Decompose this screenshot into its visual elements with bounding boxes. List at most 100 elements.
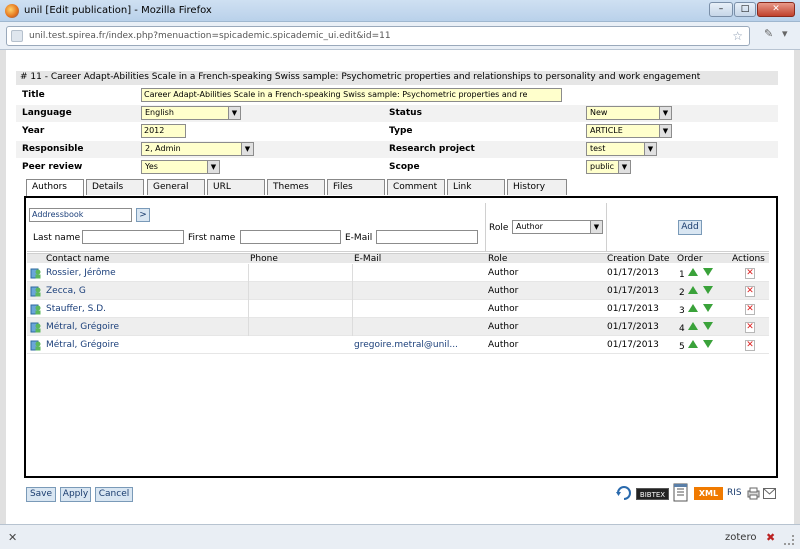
bibtex-export-button[interactable]: BIBTEX bbox=[636, 488, 669, 500]
language-select[interactable]: English ▼ bbox=[141, 106, 241, 120]
email-input[interactable] bbox=[376, 230, 478, 244]
delete-icon[interactable]: ✕ bbox=[745, 286, 755, 297]
scope-select[interactable]: public ▼ bbox=[586, 160, 631, 174]
table-row: Métral, Grégoire Author 01/17/2013 4 ✕ bbox=[27, 318, 769, 336]
save-button[interactable]: Save bbox=[26, 487, 56, 502]
col-contact-name: Contact name bbox=[46, 254, 110, 264]
move-down-icon[interactable] bbox=[703, 340, 713, 348]
addon-icon[interactable]: ✎ bbox=[764, 27, 773, 40]
tab-authors[interactable]: Authors bbox=[26, 179, 84, 197]
contact-name-link[interactable]: Rossier, Jérôme bbox=[46, 268, 116, 278]
date-cell: 01/17/2013 bbox=[607, 286, 659, 296]
move-down-icon[interactable] bbox=[703, 322, 713, 330]
move-down-icon[interactable] bbox=[703, 304, 713, 312]
delete-icon[interactable]: ✕ bbox=[745, 322, 755, 333]
year-input[interactable]: 2012 bbox=[141, 124, 186, 138]
language-value: English bbox=[145, 108, 174, 117]
col-role: Role bbox=[488, 254, 508, 264]
divider bbox=[606, 203, 607, 251]
language-label: Language bbox=[22, 108, 72, 118]
delete-icon[interactable]: ✕ bbox=[745, 340, 755, 351]
printer-icon[interactable] bbox=[747, 487, 760, 500]
move-down-icon[interactable] bbox=[703, 286, 713, 294]
tab-files[interactable]: Files bbox=[327, 179, 385, 195]
navigation-bar: unil.test.spirea.fr/index.php?menuaction… bbox=[0, 22, 800, 50]
role-cell: Author bbox=[488, 286, 519, 296]
order-cell: 3 bbox=[679, 306, 685, 316]
contact-name-link[interactable]: Métral, Grégoire bbox=[46, 322, 119, 332]
email-icon[interactable] bbox=[763, 488, 776, 499]
tab-general[interactable]: General bbox=[147, 179, 205, 195]
zotero-icon[interactable]: ✖ bbox=[766, 531, 775, 544]
tab-comment[interactable]: Comment bbox=[387, 179, 445, 195]
addressbook-input[interactable]: Addressbook bbox=[29, 208, 132, 222]
status-select[interactable]: New ▼ bbox=[586, 106, 672, 120]
minimize-button[interactable]: – bbox=[709, 2, 733, 17]
contact-name-link[interactable]: Métral, Grégoire bbox=[46, 340, 119, 350]
research-project-select[interactable]: test ▼ bbox=[586, 142, 657, 156]
date-cell: 01/17/2013 bbox=[607, 268, 659, 278]
tab-url[interactable]: URL bbox=[207, 179, 265, 195]
xml-export-button[interactable]: XML bbox=[694, 487, 723, 500]
responsible-select[interactable]: 2, Admin ▼ bbox=[141, 142, 254, 156]
move-down-icon[interactable] bbox=[703, 268, 713, 276]
type-label: Type bbox=[389, 126, 413, 136]
move-up-icon[interactable] bbox=[688, 322, 698, 330]
cancel-button[interactable]: Cancel bbox=[95, 487, 133, 502]
zotero-label[interactable]: zotero bbox=[725, 532, 756, 543]
contact-icon bbox=[30, 286, 41, 297]
move-up-icon[interactable] bbox=[688, 286, 698, 294]
tab-details[interactable]: Details bbox=[86, 179, 144, 195]
year-label: Year bbox=[22, 126, 45, 136]
close-window-button[interactable]: ✕ bbox=[757, 2, 795, 17]
divider bbox=[485, 203, 486, 251]
url-input[interactable]: unil.test.spirea.fr/index.php?menuaction… bbox=[6, 26, 750, 46]
bookmark-star-icon[interactable]: ☆ bbox=[732, 29, 743, 43]
delete-icon[interactable]: ✕ bbox=[745, 268, 755, 279]
contact-name-link[interactable]: Zecca, G bbox=[46, 286, 86, 296]
window-title: unil [Edit publication] - Mozilla Firefo… bbox=[24, 5, 212, 16]
status-bar: ✕ zotero ✖ bbox=[0, 524, 800, 549]
col-divider bbox=[248, 264, 249, 282]
chevron-down-icon: ▼ bbox=[590, 221, 602, 233]
apply-button[interactable]: Apply bbox=[60, 487, 91, 502]
col-divider bbox=[352, 318, 353, 336]
email-label: E-Mail bbox=[345, 233, 373, 243]
tab-themes[interactable]: Themes bbox=[267, 179, 325, 195]
add-author-button[interactable]: Add bbox=[678, 220, 702, 235]
window-titlebar: unil [Edit publication] - Mozilla Firefo… bbox=[0, 0, 800, 22]
last-name-input[interactable] bbox=[82, 230, 184, 244]
contact-icon bbox=[30, 322, 41, 333]
col-divider bbox=[352, 300, 353, 318]
type-select[interactable]: ARTICLE ▼ bbox=[586, 124, 672, 138]
maximize-button[interactable]: □ bbox=[734, 2, 756, 17]
document-icon[interactable] bbox=[672, 483, 690, 503]
delete-icon[interactable]: ✕ bbox=[745, 304, 755, 315]
addressbook-go-button[interactable]: > bbox=[136, 208, 150, 222]
close-icon[interactable]: ✕ bbox=[8, 531, 17, 544]
menu-chevron-icon[interactable]: ▾ bbox=[782, 27, 788, 40]
move-up-icon[interactable] bbox=[688, 268, 698, 276]
chevron-down-icon: ▼ bbox=[644, 143, 656, 155]
role-select[interactable]: Author ▼ bbox=[512, 220, 603, 234]
col-phone: Phone bbox=[250, 254, 278, 264]
research-project-value: test bbox=[590, 144, 606, 153]
tab-history[interactable]: History bbox=[507, 179, 567, 195]
status-label: Status bbox=[389, 108, 422, 118]
site-identity-icon[interactable] bbox=[11, 30, 23, 42]
refresh-icon[interactable] bbox=[614, 483, 634, 503]
order-cell: 4 bbox=[679, 324, 685, 334]
move-up-icon[interactable] bbox=[688, 304, 698, 312]
first-name-input[interactable] bbox=[240, 230, 341, 244]
peer-review-label: Peer review bbox=[22, 162, 83, 172]
ris-export-button[interactable]: RIS bbox=[727, 488, 742, 498]
title-input[interactable]: Career Adapt-Abilities Scale in a French… bbox=[141, 88, 562, 102]
email-cell[interactable]: gregoire.metral@unil... bbox=[354, 340, 458, 350]
responsible-label: Responsible bbox=[22, 144, 84, 154]
move-up-icon[interactable] bbox=[688, 340, 698, 348]
tab-link[interactable]: Link bbox=[447, 179, 505, 195]
peer-review-select[interactable]: Yes ▼ bbox=[141, 160, 220, 174]
contact-name-link[interactable]: Stauffer, S.D. bbox=[46, 304, 106, 314]
last-name-label: Last name bbox=[33, 233, 81, 243]
resize-grip[interactable] bbox=[784, 535, 794, 545]
